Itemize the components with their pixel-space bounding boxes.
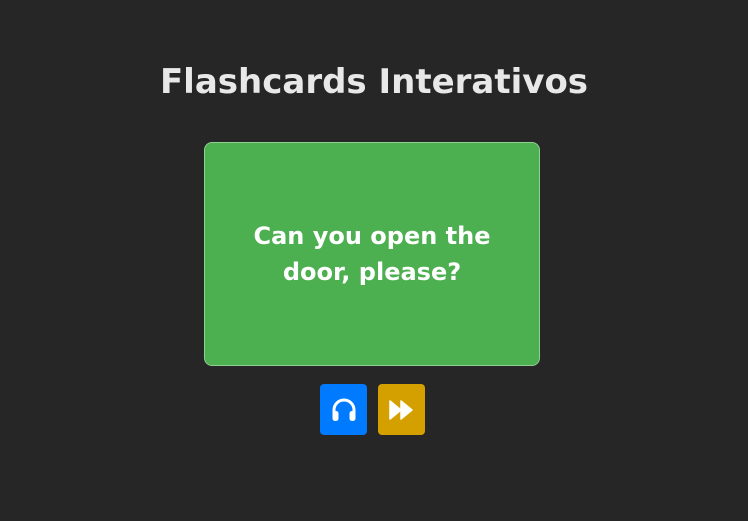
flashcard[interactable]: Can you open the door, please? <box>204 142 540 366</box>
flashcards-app: Flashcards Interativos Can you open the … <box>0 0 748 521</box>
listen-button[interactable] <box>320 384 367 435</box>
headphones-icon <box>330 397 358 423</box>
next-button[interactable] <box>378 384 425 435</box>
fast-forward-icon <box>388 399 416 421</box>
flashcard-text: Can you open the door, please? <box>253 222 491 286</box>
card-controls <box>320 384 425 435</box>
page-title: Flashcards Interativos <box>159 62 589 102</box>
